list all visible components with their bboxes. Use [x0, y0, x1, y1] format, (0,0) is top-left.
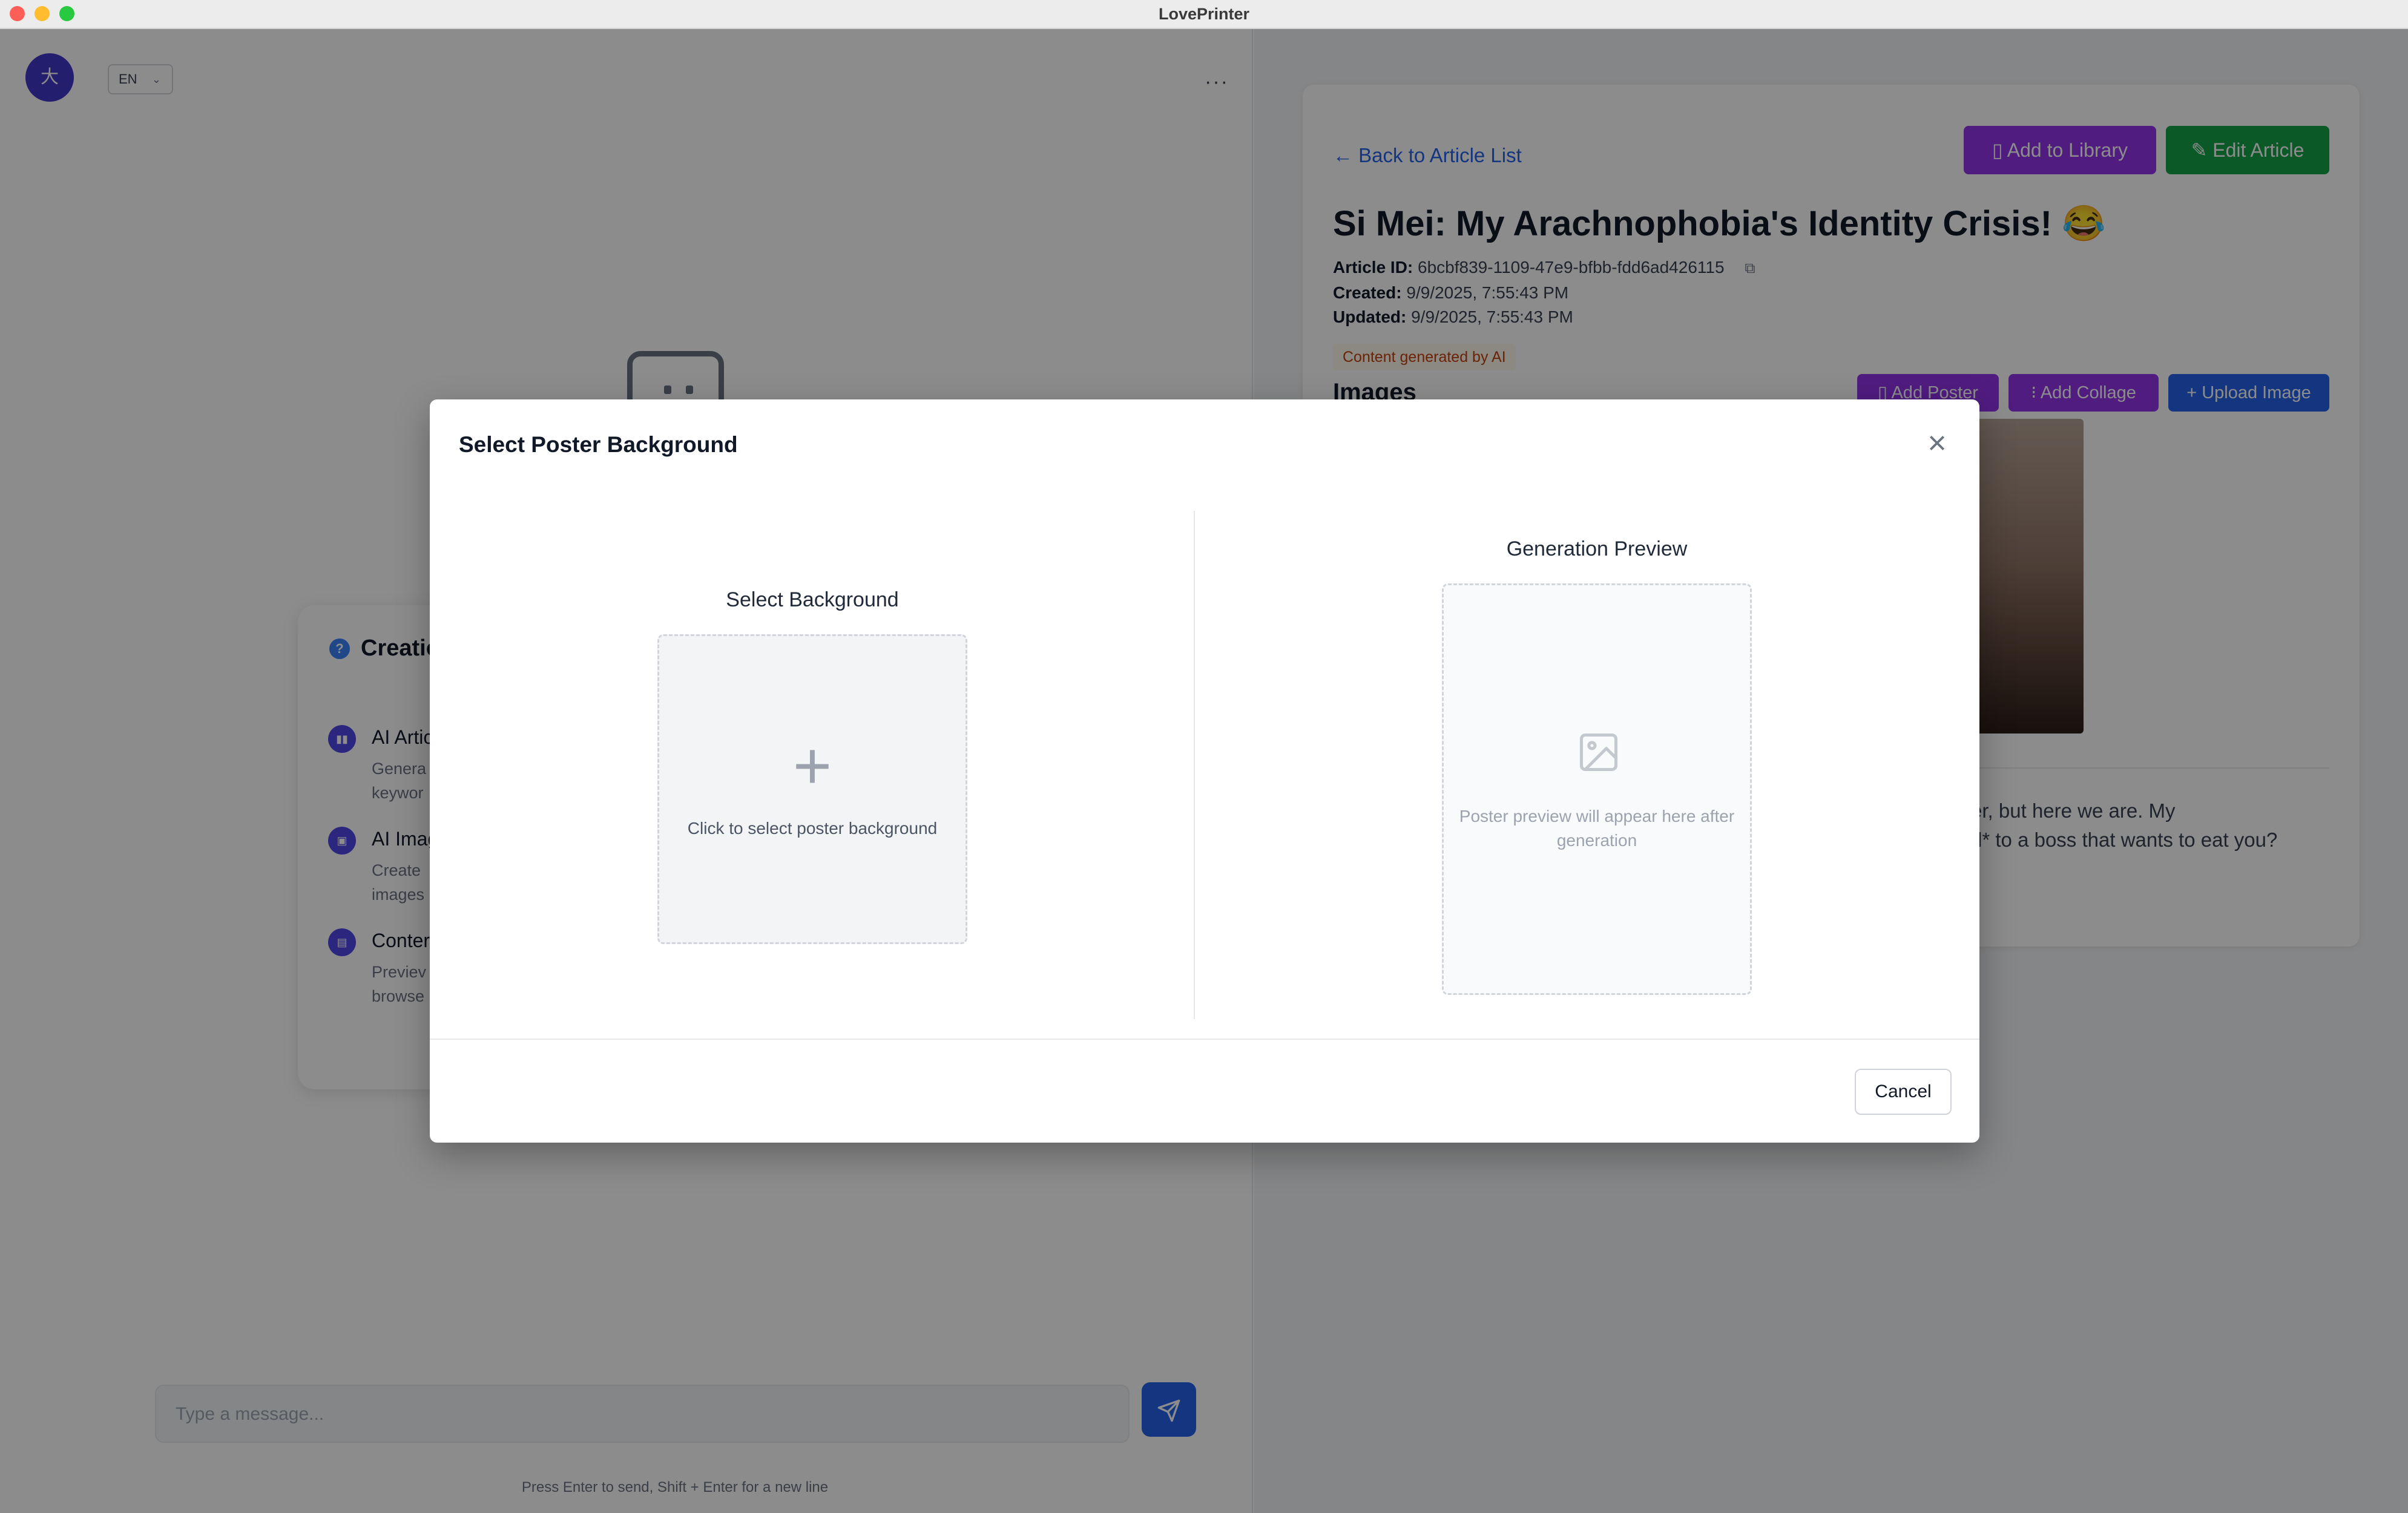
- poster-preview-area: Poster preview will appear here after ge…: [1442, 583, 1752, 995]
- cancel-button[interactable]: Cancel: [1855, 1069, 1952, 1115]
- divider: [1194, 511, 1195, 1019]
- generation-preview-label: Generation Preview: [1506, 537, 1688, 560]
- plus-icon: +: [792, 729, 832, 803]
- preview-placeholder-text: Poster preview will appear here after ge…: [1459, 807, 1735, 850]
- window-titlebar: LovePrinter: [0, 0, 2408, 29]
- background-upload-area[interactable]: + Click to select poster background: [657, 634, 967, 944]
- upload-area-text: Click to select poster background: [687, 819, 938, 838]
- select-poster-background-dialog: Select Poster Background × Select Backgr…: [430, 399, 1979, 1143]
- image-placeholder-icon: [1579, 733, 1618, 772]
- dialog-title: Select Poster Background: [459, 432, 738, 457]
- footer-divider: [430, 1039, 1979, 1040]
- close-icon[interactable]: ×: [1919, 426, 1955, 462]
- window-title: LovePrinter: [1158, 5, 1250, 23]
- select-background-label: Select Background: [726, 588, 899, 611]
